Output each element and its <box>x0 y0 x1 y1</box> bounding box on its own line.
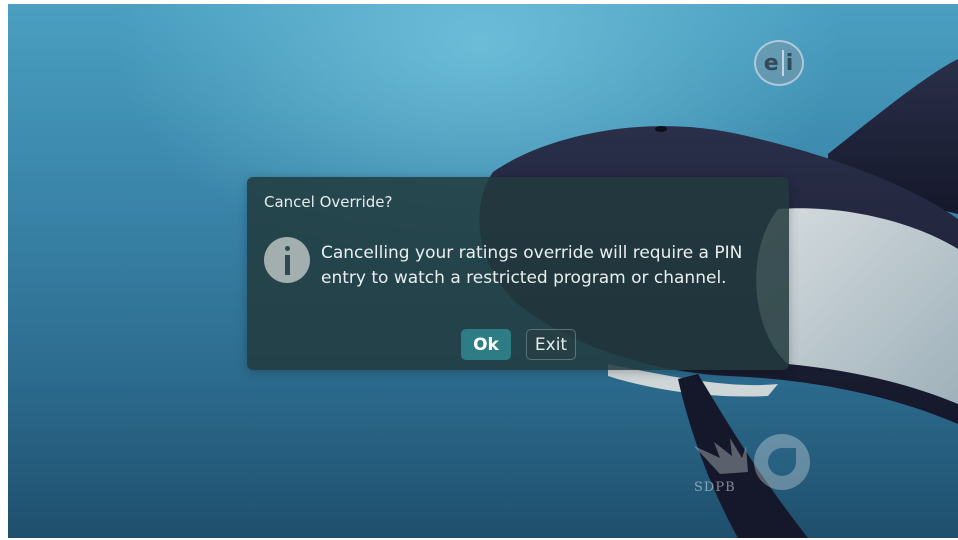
info-icon-stem <box>285 255 290 275</box>
exit-button[interactable]: Exit <box>526 329 576 360</box>
ei-badge-divider <box>781 50 784 76</box>
video-background: e i SDPB Cancel Override? Cancelling you… <box>8 4 958 538</box>
dialog-message-line-2: entry to watch a restricted program or c… <box>321 268 727 288</box>
cancel-override-dialog: Cancel Override? Cancelling your ratings… <box>247 177 789 370</box>
dialog-message: Cancelling your ratings override will re… <box>321 241 771 291</box>
info-icon <box>264 237 310 283</box>
ok-button[interactable]: Ok <box>461 329 511 360</box>
ei-badge-letter-i: i <box>785 50 795 76</box>
ei-rating-badge: e i <box>754 40 804 86</box>
dialog-title: Cancel Override? <box>264 193 393 211</box>
ei-badge-letter-e: e <box>763 50 780 76</box>
dialog-message-line-1: Cancelling your ratings override will re… <box>321 243 743 263</box>
station-watermark-text: SDPB <box>694 480 736 495</box>
info-icon-dot <box>285 246 290 251</box>
